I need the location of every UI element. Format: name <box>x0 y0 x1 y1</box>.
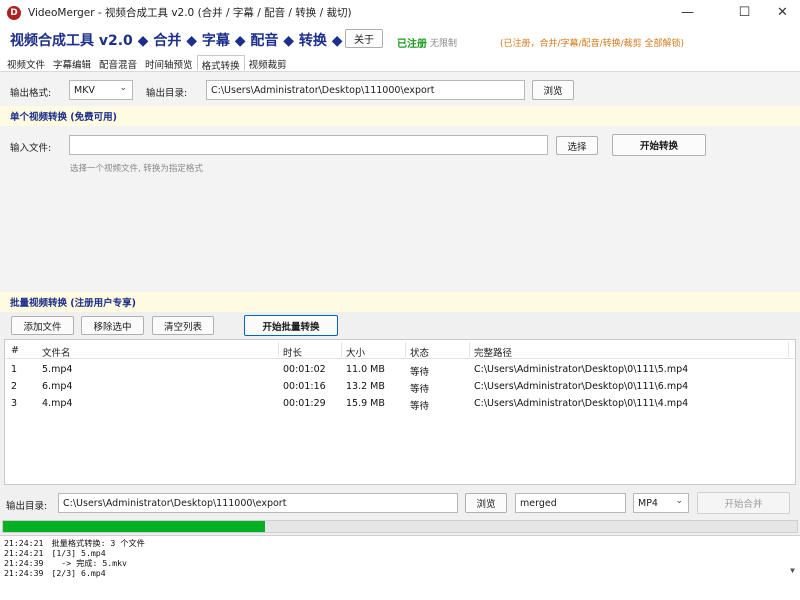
remove-selected-button[interactable]: 移除选中 <box>81 316 144 335</box>
output-format-value: MKV <box>74 84 95 96</box>
row-filename: 5.mp4 <box>42 364 73 375</box>
output-format-select[interactable]: MKV ⌄ <box>69 80 133 100</box>
column-divider[interactable] <box>278 342 279 357</box>
log-panel[interactable]: 21:24:21 批量格式转换: 3 个文件 21:24:21 [1/3] 5.mp… <box>0 535 800 600</box>
tab-video-crop[interactable]: 视频裁剪 <box>245 55 291 71</box>
column-size[interactable]: 大小 <box>346 345 365 359</box>
title-bar: D VideoMerger - 视频合成工具 v2.0 (合并 / 字幕 / 配… <box>0 0 800 25</box>
column-full-path[interactable]: 完整路径 <box>474 345 512 359</box>
row-status: 等待 <box>410 367 430 378</box>
progress-bar <box>2 520 798 533</box>
input-file-field[interactable] <box>69 135 548 155</box>
merge-output-dir-label: 输出目录: <box>6 501 48 512</box>
row-path: C:\Users\Administrator\Desktop\0\111\6.m… <box>474 381 689 392</box>
convert-panel <box>0 72 800 292</box>
row-path: C:\Users\Administrator\Desktop\0\111\4.m… <box>474 398 689 409</box>
merge-browse-button[interactable]: 浏览 <box>465 493 507 513</box>
tab-audio-mix[interactable]: 配音混音 <box>95 55 141 71</box>
output-format-label: 输出格式: <box>10 88 52 99</box>
start-merge-button[interactable]: 开始合并 <box>697 492 790 514</box>
tab-timeline-preview[interactable]: 时间轴预览 <box>141 55 197 71</box>
start-convert-button[interactable]: 开始转换 <box>612 134 706 156</box>
single-convert-header: 单个视频转换 (免费可用) <box>0 106 800 126</box>
input-file-label: 输入文件: <box>10 143 52 154</box>
row-index: 2 <box>11 381 18 392</box>
row-status: 等待 <box>410 401 430 412</box>
tab-subtitle-edit[interactable]: 字幕编辑 <box>49 55 95 71</box>
row-status: 等待 <box>410 384 430 395</box>
row-filename: 6.mp4 <box>42 381 73 392</box>
close-button[interactable]: ✕ <box>760 0 800 25</box>
row-size: 11.0 MB <box>346 364 385 375</box>
clear-list-button[interactable]: 清空列表 <box>152 316 214 335</box>
log-line: 21:24:39 [2/3] 6.mp4 <box>4 568 106 578</box>
choose-file-button[interactable]: 选择 <box>556 136 598 155</box>
column-divider[interactable] <box>788 342 789 357</box>
table-row[interactable]: 1 5.mp4 00:01:02 11.0 MB 等待 C:\Users\Adm… <box>5 361 795 378</box>
column-duration[interactable]: 时长 <box>283 345 302 359</box>
row-size: 15.9 MB <box>346 398 385 409</box>
tab-video-files[interactable]: 视频文件 <box>3 55 49 71</box>
column-status[interactable]: 状态 <box>410 345 429 359</box>
row-duration: 00:01:16 <box>283 381 326 392</box>
log-line: 21:24:39 -> 完成: 5.mkv <box>4 558 127 568</box>
table-header: # 文件名 时长 大小 状态 完整路径 <box>5 340 795 359</box>
brand-title: 视频合成工具 v2.0 ◆ 合并 ◆ 字幕 ◆ 配音 ◆ 转换 ◆ 裁切 <box>10 33 376 49</box>
batch-file-table[interactable]: # 文件名 时长 大小 状态 完整路径 1 5.mp4 00:01:02 11.… <box>4 339 796 485</box>
chevron-down-icon: ⌄ <box>119 83 127 93</box>
column-filename[interactable]: 文件名 <box>42 345 71 359</box>
merge-format-select[interactable]: MP4 ⌄ <box>633 493 689 513</box>
table-row[interactable]: 2 6.mp4 00:01:16 13.2 MB 等待 C:\Users\Adm… <box>5 378 795 395</box>
column-divider[interactable] <box>341 342 342 357</box>
row-index: 3 <box>11 398 18 409</box>
log-line: 21:24:21 [1/3] 5.mp4 <box>4 548 106 558</box>
tab-format-convert[interactable]: 格式转换 <box>196 55 245 72</box>
merge-output-name-input[interactable]: merged <box>515 493 626 513</box>
row-size: 13.2 MB <box>346 381 385 392</box>
output-dir-label: 输出目录: <box>146 88 188 99</box>
registration-status: 已注册 <box>397 39 427 50</box>
column-divider[interactable] <box>405 342 406 357</box>
merge-output-dir-input[interactable]: C:\Users\Administrator\Desktop\111000\ex… <box>58 493 458 513</box>
chevron-down-icon: ⌄ <box>675 496 683 506</box>
column-divider[interactable] <box>469 342 470 357</box>
about-button[interactable]: 关于 <box>345 29 383 48</box>
minimize-button[interactable]: — <box>665 0 710 25</box>
row-filename: 4.mp4 <box>42 398 73 409</box>
window-title: VideoMerger - 视频合成工具 v2.0 (合并 / 字幕 / 配音 … <box>28 7 352 19</box>
scroll-down-icon[interactable]: ▼ <box>790 566 795 575</box>
registration-limit: 无限制 <box>430 39 458 49</box>
browse-output-dir-button[interactable]: 浏览 <box>532 80 574 100</box>
start-batch-convert-button[interactable]: 开始批量转换 <box>244 315 338 336</box>
column-index[interactable]: # <box>11 345 19 356</box>
batch-convert-header: 批量视频转换 (注册用户专享) <box>0 292 800 312</box>
registration-note: (已注册，合并/字幕/配音/转换/裁剪 全部解锁) <box>500 39 685 49</box>
app-logo-icon: D <box>7 5 21 20</box>
convert-hint: 选择一个视频文件, 转换为指定格式 <box>70 164 203 174</box>
output-dir-input[interactable]: C:\Users\Administrator\Desktop\111000\ex… <box>206 80 525 100</box>
app-header: 视频合成工具 v2.0 ◆ 合并 ◆ 字幕 ◆ 配音 ◆ 转换 ◆ 裁切 关于 … <box>0 25 800 55</box>
table-row[interactable]: 3 4.mp4 00:01:29 15.9 MB 等待 C:\Users\Adm… <box>5 395 795 412</box>
tab-bar: 视频文件 字幕编辑 配音混音 时间轴预览 格式转换 视频裁剪 <box>0 55 800 72</box>
progress-fill <box>3 521 266 532</box>
log-line: 21:24:21 批量格式转换: 3 个文件 <box>4 538 145 548</box>
merge-format-value: MP4 <box>638 497 658 509</box>
row-duration: 00:01:29 <box>283 398 326 409</box>
row-path: C:\Users\Administrator\Desktop\0\111\5.m… <box>474 364 689 375</box>
row-index: 1 <box>11 364 18 375</box>
add-files-button[interactable]: 添加文件 <box>11 316 74 335</box>
row-duration: 00:01:02 <box>283 364 326 375</box>
